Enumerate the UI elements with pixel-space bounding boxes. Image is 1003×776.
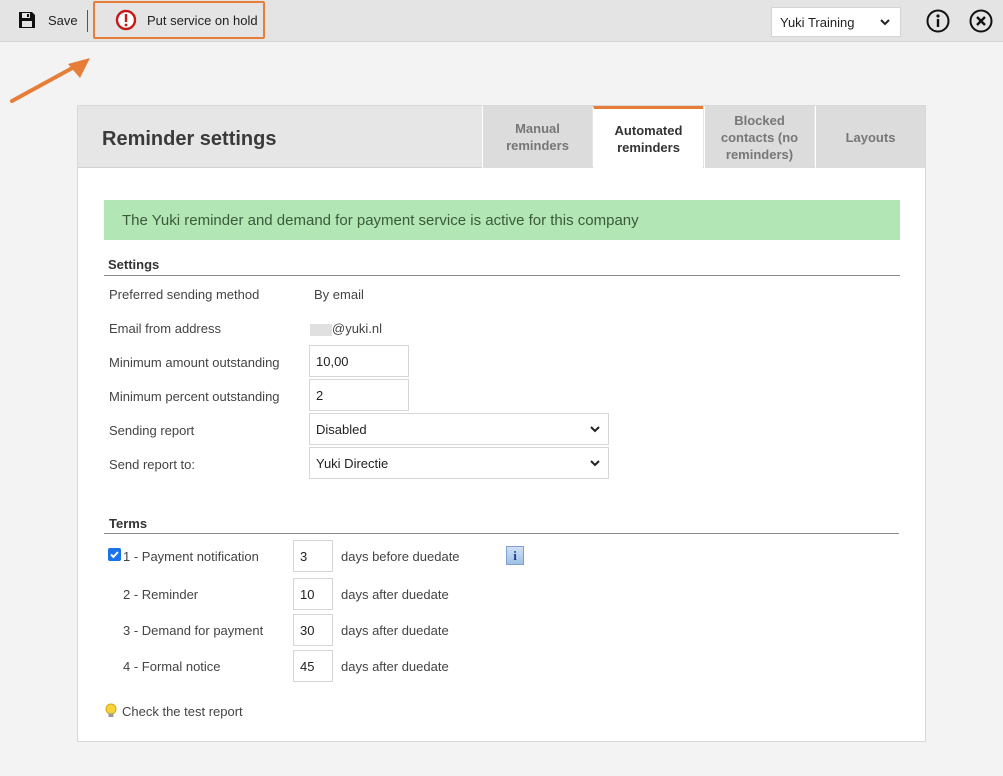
send-report-to-label: Send report to: xyxy=(109,457,195,472)
toolbar-separator xyxy=(87,10,88,32)
term-2-days-input[interactable]: 10 xyxy=(293,578,333,610)
term-1-days-input[interactable]: 3 xyxy=(293,540,333,572)
test-report-label: Check the test report xyxy=(122,703,243,719)
checkmark-icon xyxy=(110,551,119,559)
terms-divider xyxy=(104,533,899,534)
info-icon[interactable] xyxy=(926,9,950,33)
term-4-label: 4 - Formal notice xyxy=(123,659,221,674)
email-from-label: Email from address xyxy=(109,321,221,336)
company-select[interactable]: Yuki Training xyxy=(771,7,901,37)
term-2-suffix: days after duedate xyxy=(341,587,449,602)
terms-section-title: Terms xyxy=(109,516,148,531)
save-label: Save xyxy=(48,12,78,28)
term-1-suffix: days before duedate xyxy=(341,549,460,564)
sending-report-select[interactable]: Disabled xyxy=(309,413,609,445)
chevron-down-icon xyxy=(590,460,600,467)
settings-section-title: Settings xyxy=(108,257,160,272)
annotation-arrow xyxy=(10,58,90,103)
min-percent-input[interactable] xyxy=(309,379,409,411)
send-report-to-select[interactable]: Yuki Directie xyxy=(309,447,609,479)
sending-report-label: Sending report xyxy=(109,423,195,438)
preferred-sending-method-value: By email xyxy=(314,287,364,302)
email-from-value: @yuki.nl xyxy=(310,321,382,336)
toolbar: Save Put service on hold Yuki Training xyxy=(0,0,1003,42)
min-amount-input[interactable] xyxy=(309,345,409,377)
sending-report-value: Disabled xyxy=(316,421,367,437)
term-3-suffix: days after duedate xyxy=(341,623,449,638)
settings-divider xyxy=(104,275,900,276)
company-select-value: Yuki Training xyxy=(780,14,855,30)
min-percent-label: Minimum percent outstanding xyxy=(109,389,280,404)
reminder-settings-panel: Reminder settings Manual reminders Autom… xyxy=(77,105,926,742)
send-report-to-value: Yuki Directie xyxy=(316,455,389,471)
info-icon[interactable]: i xyxy=(506,546,524,565)
tab-blocked-contacts[interactable]: Blocked contacts (no reminders) xyxy=(704,106,814,168)
close-icon[interactable] xyxy=(969,9,993,33)
status-banner: The Yuki reminder and demand for payment… xyxy=(104,200,900,240)
page-title: Reminder settings xyxy=(102,128,277,150)
save-button[interactable]: Save xyxy=(18,9,78,31)
chevron-down-icon xyxy=(590,426,600,433)
redacted-block xyxy=(310,323,332,336)
term-1-checkbox[interactable] xyxy=(108,548,121,561)
panel-header: Reminder settings Manual reminders Autom… xyxy=(78,106,925,169)
min-amount-label: Minimum amount outstanding xyxy=(109,355,280,370)
tab-manual-reminders[interactable]: Manual reminders xyxy=(482,106,592,168)
tab-layouts[interactable]: Layouts xyxy=(815,106,925,168)
tab-automated-reminders[interactable]: Automated reminders xyxy=(593,106,703,169)
email-domain: @yuki.nl xyxy=(332,321,383,336)
chevron-down-icon xyxy=(880,19,890,26)
term-3-days-input[interactable]: 30 xyxy=(293,614,333,646)
term-1-label: 1 - Payment notification xyxy=(123,549,259,564)
floppy-disk-icon xyxy=(19,12,35,28)
term-2-label: 2 - Reminder xyxy=(123,587,199,602)
put-on-hold-button[interactable]: Put service on hold xyxy=(115,9,258,31)
term-3-label: 3 - Demand for payment xyxy=(123,623,264,638)
check-test-report-link[interactable]: Check the test report xyxy=(104,703,243,719)
preferred-sending-method-label: Preferred sending method xyxy=(109,287,260,302)
warning-circle-icon xyxy=(115,9,137,31)
put-on-hold-label: Put service on hold xyxy=(147,12,258,28)
lightbulb-icon xyxy=(105,703,117,717)
term-4-suffix: days after duedate xyxy=(341,659,449,674)
term-4-days-input[interactable]: 45 xyxy=(293,650,333,682)
